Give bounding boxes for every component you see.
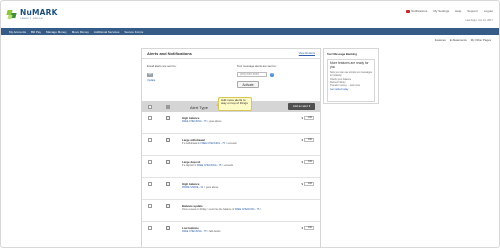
text-settings: Text message alerts are sent to: ? Activ… bbox=[237, 64, 317, 88]
alert-channel-icon[interactable] bbox=[166, 204, 170, 208]
add-alert-button[interactable]: Add an alert ▾ bbox=[288, 103, 315, 110]
activate-button[interactable]: Activate bbox=[237, 81, 259, 88]
alert-row: Large deposit If a deposit in FREE CHECK… bbox=[142, 156, 320, 178]
help-link[interactable]: Help bbox=[455, 9, 461, 13]
brand-subtitle: CREDIT UNION bbox=[20, 17, 43, 20]
nav-secure-forms[interactable]: Secure Forms bbox=[124, 30, 143, 34]
email-label: Email alerts are sent to: bbox=[147, 64, 177, 68]
email-settings: Email alerts are sent to: Update bbox=[147, 64, 227, 82]
account-link[interactable]: FREE CHECKING - 75 bbox=[235, 208, 259, 211]
alert-row: High balance PRIME SHARE - 01 > goes abo… bbox=[142, 178, 320, 200]
alert-threshold: $100 bbox=[301, 226, 314, 230]
nav-additional-services[interactable]: Additional Services bbox=[94, 30, 120, 34]
alert-row: Large withdrawal If a withdrawal in FREE… bbox=[142, 134, 320, 156]
alert-description: PRIME SHARE - 01 > goes above bbox=[182, 186, 219, 189]
alert-channel-icon[interactable] bbox=[166, 160, 170, 164]
page-frame: NuMARK CREDIT UNION Notifications My Set… bbox=[0, 0, 500, 248]
envelope-icon bbox=[147, 73, 153, 77]
my-settings-link[interactable]: My Settings bbox=[433, 9, 449, 13]
delivery-settings: Email alerts are sent to: Update Text me… bbox=[142, 59, 320, 101]
alert-type-icon bbox=[166, 105, 170, 109]
promo-text: Now you can use simple text messages to … bbox=[330, 70, 372, 77]
nav-manage-money[interactable]: Manage Money bbox=[46, 30, 67, 34]
alert-checkbox[interactable] bbox=[148, 182, 152, 186]
alert-row: High balance FREE CHECKING - 75 > goes a… bbox=[142, 112, 320, 134]
alerts-panel-header: Alerts and Notifications View All Alerts bbox=[142, 49, 320, 59]
alert-checkbox[interactable] bbox=[148, 204, 152, 208]
alert-checkbox[interactable] bbox=[148, 226, 152, 230]
nav-move-money[interactable]: Move Money bbox=[72, 30, 89, 34]
notification-icon bbox=[406, 9, 411, 13]
sub-nav: Features E-Statements My Other Pages bbox=[435, 38, 491, 42]
phone-input[interactable] bbox=[237, 72, 267, 77]
account-link[interactable]: PRIME SHARE - 01 bbox=[182, 186, 203, 189]
alert-checkbox[interactable] bbox=[148, 138, 152, 142]
alert-description: FREE CHECKING - 75 > goes above bbox=[182, 120, 222, 123]
alert-checkbox[interactable] bbox=[148, 116, 152, 120]
alert-threshold: $100 bbox=[301, 182, 314, 186]
alert-channel-icon[interactable] bbox=[166, 138, 170, 142]
alert-checkbox[interactable] bbox=[148, 160, 152, 164]
get-started-link[interactable]: Get started today bbox=[330, 88, 372, 91]
account-link[interactable]: FREE CHECKING - 75 bbox=[182, 120, 206, 123]
threshold-input[interactable]: 100 bbox=[304, 138, 314, 142]
top-bar: NuMARK CREDIT UNION Notifications My Set… bbox=[6, 5, 493, 27]
subnav-features[interactable]: Features bbox=[435, 38, 446, 42]
account-link[interactable]: FREE CHECKING - 75 bbox=[182, 230, 206, 233]
alert-type-header: Alert Type bbox=[190, 105, 208, 110]
alert-row: Balance update Once a week on Friday > s… bbox=[142, 200, 320, 222]
threshold-input[interactable]: 100 bbox=[304, 182, 314, 186]
select-all-checkbox[interactable] bbox=[148, 105, 152, 109]
threshold-input[interactable]: 100 bbox=[304, 116, 314, 120]
brand-logo[interactable]: NuMARK CREDIT UNION bbox=[6, 8, 58, 20]
add-alerts-tooltip: Add more alerts to stay on top of things bbox=[216, 97, 252, 111]
threshold-input[interactable]: 100 bbox=[304, 160, 314, 164]
subnav-other-pages[interactable]: My Other Pages bbox=[471, 38, 491, 42]
last-login-text: Last login: Jun 12, 2017 bbox=[465, 19, 493, 22]
promo-feature-item: Transfer money ... and more bbox=[330, 84, 361, 88]
text-banking-panel: Text Message Banking More features are r… bbox=[323, 48, 379, 104]
brand-name: NuMARK bbox=[20, 8, 58, 18]
account-link[interactable]: FREE CHECKING - 75 bbox=[200, 142, 224, 145]
alert-description: If a withdrawal in FREE CHECKING - 75 > … bbox=[182, 142, 237, 145]
logo-mark-icon bbox=[6, 9, 18, 20]
alert-channel-icon[interactable] bbox=[166, 182, 170, 186]
alert-channel-icon[interactable] bbox=[166, 116, 170, 120]
alert-description: If a deposit in FREE CHECKING - 75 > exc… bbox=[182, 164, 233, 167]
main-nav: My Accounts Bill Pay Manage Money Move M… bbox=[1, 28, 499, 35]
alert-description: FREE CHECKING - 75 > falls below bbox=[182, 230, 221, 233]
subnav-estatements[interactable]: E-Statements bbox=[450, 38, 467, 42]
alert-channel-icon[interactable] bbox=[166, 226, 170, 230]
account-link[interactable]: FREE CHECKING - 75 bbox=[197, 164, 221, 167]
notifications-link[interactable]: Notifications bbox=[406, 9, 427, 13]
alert-threshold: $100 bbox=[301, 116, 314, 120]
threshold-input[interactable]: 100 bbox=[304, 226, 314, 230]
alert-row: Low balance FREE CHECKING - 75 > falls b… bbox=[142, 222, 320, 244]
alerts-list: High balance FREE CHECKING - 75 > goes a… bbox=[142, 112, 320, 244]
alert-description: Once a week on Friday > send me the bala… bbox=[182, 208, 262, 211]
nav-bill-pay[interactable]: Bill Pay bbox=[31, 30, 41, 34]
alert-threshold: $100 bbox=[301, 160, 314, 164]
promo-heading: More features are ready for you bbox=[330, 61, 369, 69]
help-icon[interactable]: ? bbox=[270, 72, 274, 77]
text-banking-promo: More features are ready for you Now you … bbox=[327, 59, 375, 102]
nav-my-accounts[interactable]: My Accounts bbox=[9, 30, 26, 34]
view-all-alerts-link[interactable]: View All Alerts bbox=[299, 52, 315, 55]
promo-feature-list: Check your balance Review history Transf… bbox=[330, 78, 372, 87]
logout-link[interactable]: Logout bbox=[484, 9, 493, 13]
update-email-link[interactable]: Update bbox=[147, 79, 227, 82]
support-link[interactable]: Support bbox=[467, 9, 478, 13]
text-label: Text message alerts are sent to: bbox=[237, 64, 277, 68]
text-banking-title: Text Message Banking bbox=[327, 52, 357, 56]
header-links: Notifications My Settings Help Support L… bbox=[406, 9, 493, 13]
page-title: Alerts and Notifications bbox=[147, 51, 192, 56]
alert-threshold: $100 bbox=[301, 138, 314, 142]
alerts-panel: Alerts and Notifications View All Alerts… bbox=[141, 48, 321, 247]
